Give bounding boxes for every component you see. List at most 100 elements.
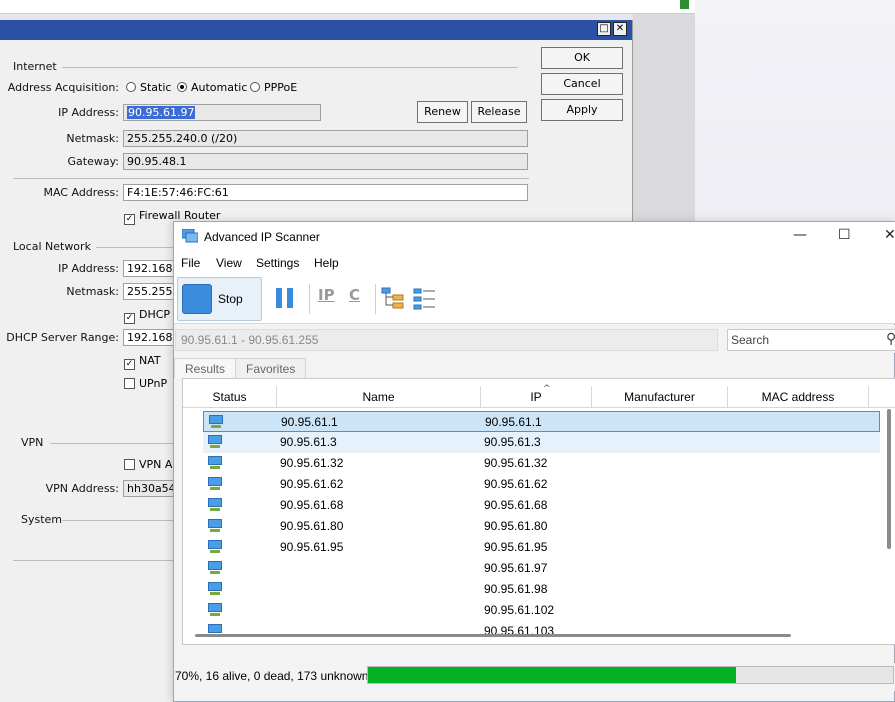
radio-circle-selected xyxy=(177,82,187,92)
table-row[interactable]: 90.95.61.1 90.95.61.1 xyxy=(203,411,880,432)
search-icon[interactable]: ⚲ xyxy=(886,331,895,347)
menu-settings[interactable]: Settings xyxy=(256,256,299,270)
netmask-field[interactable]: 255.255.240.0 (/20) xyxy=(123,130,528,147)
divider xyxy=(62,67,518,68)
radio-pppoe[interactable]: PPPoE xyxy=(250,81,297,94)
table-row[interactable]: 90.95.61.98 xyxy=(203,579,880,600)
menu-view[interactable]: View xyxy=(216,256,242,270)
stop-button[interactable]: Stop xyxy=(177,277,262,321)
cell-name: 90.95.61.95 xyxy=(280,540,344,554)
scanner-titlebar[interactable]: Advanced IP Scanner — ☐ ✕ xyxy=(174,222,895,252)
background-window-strip xyxy=(0,0,695,14)
cell-ip: 90.95.61.3 xyxy=(484,435,541,449)
table-row[interactable]: 90.95.61.103 xyxy=(203,621,880,642)
upnp-checkbox[interactable]: UPnP xyxy=(124,377,167,390)
dhcp-checkbox[interactable]: ✓ DHCP xyxy=(124,308,170,324)
close-icon[interactable]: ✕ xyxy=(613,22,627,36)
column-status[interactable]: Status xyxy=(183,386,277,408)
vpn-access-checkbox[interactable]: VPN A xyxy=(124,458,172,471)
stop-label: Stop xyxy=(218,292,243,306)
advanced-ip-scanner-window: Advanced IP Scanner — ☐ ✕ File View Sett… xyxy=(173,221,895,702)
router-dialog-titlebar: □ ✕ xyxy=(0,20,632,40)
table-row[interactable]: 90.95.61.32 90.95.61.32 xyxy=(203,453,880,474)
radio-static[interactable]: Static xyxy=(126,81,171,94)
section-vpn: VPN xyxy=(21,436,44,449)
release-button[interactable]: Release xyxy=(471,101,527,123)
cell-name: 90.95.61.32 xyxy=(280,456,344,470)
maximize-icon[interactable]: ☐ xyxy=(838,227,851,243)
sort-ascending-icon: ^ xyxy=(543,384,551,394)
scan-progress-bar xyxy=(367,666,894,684)
cell-ip: 90.95.61.98 xyxy=(484,582,548,596)
table-row[interactable]: 90.95.61.62 90.95.61.62 xyxy=(203,474,880,495)
cell-name: 90.95.61.3 xyxy=(280,435,337,449)
computer-icon xyxy=(208,477,222,490)
ip-address-field[interactable]: 90.95.61.97 xyxy=(123,104,321,121)
nat-checkbox[interactable]: ✓ NAT xyxy=(124,354,161,370)
range-bar: 90.95.61.1 - 90.95.61.255 Search ⚲ xyxy=(174,325,895,353)
renew-button[interactable]: Renew xyxy=(417,101,468,123)
table-row[interactable]: 90.95.61.80 90.95.61.80 xyxy=(203,516,880,537)
ip-address-label: IP Address: xyxy=(58,106,119,119)
horizontal-scrollbar[interactable] xyxy=(195,634,791,637)
checkbox-empty xyxy=(124,459,135,470)
table-row[interactable]: 90.95.61.102 xyxy=(203,600,880,621)
mac-address-label: MAC Address: xyxy=(43,186,119,199)
tab-results[interactable]: Results xyxy=(174,358,237,378)
status-bar: 70%, 16 alive, 0 dead, 173 unknown xyxy=(174,663,895,691)
tab-favorites[interactable]: Favorites xyxy=(235,358,307,378)
column-ip[interactable]: IP xyxy=(481,386,592,408)
close-icon[interactable]: ✕ xyxy=(884,227,895,243)
gateway-field[interactable]: 90.95.48.1 xyxy=(123,153,528,170)
ok-button[interactable]: OK xyxy=(541,47,623,69)
cell-ip: 90.95.61.32 xyxy=(484,456,548,470)
table-row[interactable]: 90.95.61.3 90.95.61.3 xyxy=(203,432,880,453)
app-icon xyxy=(182,229,198,243)
netmask-label: Netmask: xyxy=(66,132,119,145)
computer-icon xyxy=(209,415,223,428)
section-system: System xyxy=(21,513,63,526)
pause-icon[interactable] xyxy=(276,288,294,308)
computer-icon xyxy=(208,582,222,595)
dhcp-range-label: DHCP Server Range: xyxy=(6,331,119,344)
vertical-scrollbar[interactable] xyxy=(887,409,891,549)
divider xyxy=(50,443,176,444)
scan-progress-fill xyxy=(368,667,736,683)
cancel-button[interactable]: Cancel xyxy=(541,73,623,95)
computer-icon xyxy=(208,456,222,469)
search-input[interactable]: Search xyxy=(727,329,895,351)
scan-status-text: 70%, 16 alive, 0 dead, 173 unknown xyxy=(175,669,369,683)
column-mac-address[interactable]: MAC address xyxy=(728,386,869,408)
cell-ip: 90.95.61.68 xyxy=(484,498,548,512)
column-name[interactable]: Name xyxy=(277,386,481,408)
table-row[interactable]: 90.95.61.68 90.95.61.68 xyxy=(203,495,880,516)
table-row[interactable]: 90.95.61.95 90.95.61.95 xyxy=(203,537,880,558)
maximize-icon[interactable]: □ xyxy=(597,22,611,36)
ip-icon[interactable]: IP xyxy=(318,286,335,304)
apply-button[interactable]: Apply xyxy=(541,99,623,121)
mac-address-field[interactable]: F4:1E:57:46:FC:61 xyxy=(123,184,528,201)
local-ip-label: IP Address: xyxy=(58,262,119,275)
c-icon[interactable]: C xyxy=(349,286,360,304)
ip-range-input[interactable]: 90.95.61.1 - 90.95.61.255 xyxy=(175,329,718,351)
menu-help[interactable]: Help xyxy=(314,256,339,270)
menu-file[interactable]: File xyxy=(181,256,200,270)
computer-icon xyxy=(208,561,222,574)
minimize-icon[interactable]: — xyxy=(793,227,807,243)
stop-icon xyxy=(182,284,212,314)
computer-icon xyxy=(208,435,222,448)
table-row[interactable]: 90.95.61.97 xyxy=(203,558,880,579)
checkmark-icon: ✓ xyxy=(124,313,135,324)
cell-ip: 90.95.61.97 xyxy=(484,561,548,575)
local-netmask-label: Netmask: xyxy=(66,285,119,298)
cell-ip: 90.95.61.80 xyxy=(484,519,548,533)
cell-name: 90.95.61.1 xyxy=(281,415,338,429)
column-manufacturer[interactable]: Manufacturer xyxy=(592,386,728,408)
cell-ip: 90.95.61.95 xyxy=(484,540,548,554)
computer-icon xyxy=(208,603,222,616)
radio-automatic[interactable]: Automatic xyxy=(177,81,247,94)
expand-tree-icon[interactable] xyxy=(381,287,405,311)
collapse-tree-icon[interactable] xyxy=(413,287,437,311)
checkmark-icon: ✓ xyxy=(124,359,135,370)
divider xyxy=(13,178,529,179)
